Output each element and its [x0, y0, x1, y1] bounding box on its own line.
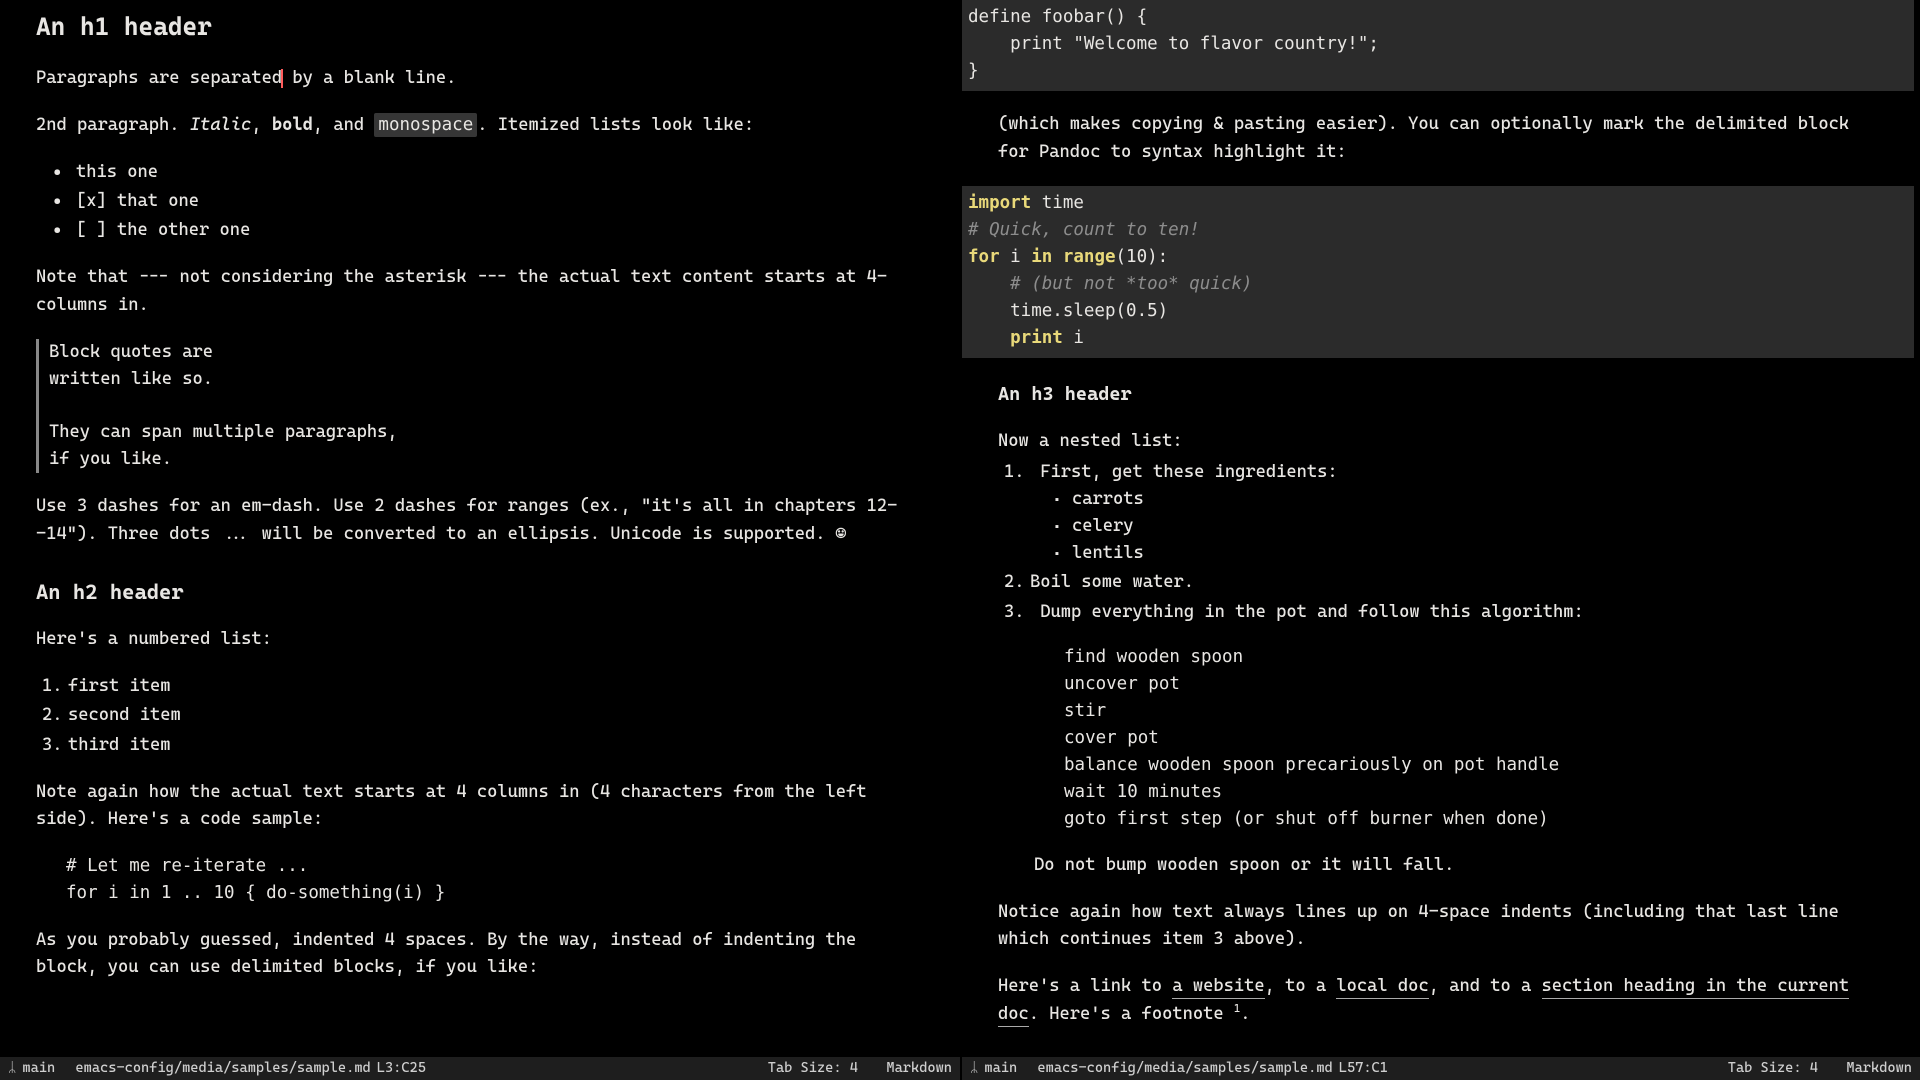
dashes-paragraph: Use 3 dashes for an em-dash. Use 2 dashe…	[36, 493, 924, 547]
p2-prefix: 2nd paragraph.	[36, 115, 190, 135]
cursor-position[interactable]: L57:C1	[1339, 1058, 1388, 1080]
list-item: [x] that one	[54, 188, 924, 215]
tab-size[interactable]: Tab Size: 4	[768, 1058, 858, 1080]
right-view[interactable]: define foobar() { print "Welcome to flav…	[962, 0, 1920, 1056]
left-view[interactable]: An h1 header Paragraphs are separated by…	[0, 0, 960, 1056]
list-item: this one	[54, 159, 924, 186]
major-mode[interactable]: Markdown	[886, 1058, 952, 1080]
vc-branch[interactable]: main	[22, 1058, 55, 1080]
list-item: carrots	[1054, 486, 1884, 513]
note3-paragraph: As you probably guessed, indented 4 spac…	[36, 927, 924, 981]
code-sample-indented: # Let me re-iterate ... for i in 1 .. 10…	[66, 853, 924, 907]
cursor-position[interactable]: L3:C25	[377, 1058, 426, 1080]
nested-list: First, get these ingredients: carrots ce…	[998, 459, 1884, 879]
modeline-right: ᛦ main emacs-config/media/samples/sample…	[962, 1056, 1920, 1080]
bullet-list: this one [x] that one [ ] the other one	[54, 159, 924, 244]
link-website[interactable]: a website	[1172, 976, 1264, 999]
italic-text: Italic	[190, 115, 252, 135]
bq-line: They can span multiple paragraphs,	[49, 419, 924, 446]
vc-branch[interactable]: main	[984, 1058, 1017, 1080]
numlist-intro: Here's a numbered list:	[36, 626, 924, 653]
paragraph-1: Paragraphs are separated by a blank line…	[36, 65, 924, 92]
list-item: second item	[42, 702, 924, 729]
list-item: first item	[42, 673, 924, 700]
note-paragraph: Note that --- not considering the asteri…	[36, 264, 924, 318]
list-item: [ ] the other one	[54, 217, 924, 244]
p2-suffix: . Itemized lists look like:	[477, 115, 754, 135]
monospace-text: monospace	[374, 113, 477, 137]
vc-branch-icon: ᛦ	[970, 1058, 978, 1080]
code-block-python: import time # Quick, count to ten! for i…	[962, 186, 1914, 359]
vc-branch-icon: ᛦ	[8, 1058, 16, 1080]
link-local-doc[interactable]: local doc	[1336, 976, 1428, 999]
algorithm-steps: find wooden spoon uncover pot stir cover…	[1064, 644, 1884, 834]
bq-line: Block quotes are	[49, 339, 924, 366]
nested-intro: Now a nested list:	[998, 428, 1884, 455]
list-item: Dump everything in the pot and follow th…	[1004, 599, 1884, 879]
code-block-foobar: define foobar() { print "Welcome to flav…	[962, 0, 1914, 91]
h3-header: An h3 header	[998, 380, 1884, 409]
list-item: celery	[1054, 513, 1884, 540]
pandoc-paragraph: (which makes copying & pasting easier). …	[998, 111, 1884, 165]
bold-text: bold	[272, 115, 313, 135]
right-pane: define foobar() { print "Welcome to flav…	[960, 0, 1920, 1080]
file-path[interactable]: emacs-config/media/samples/sample.md	[1037, 1058, 1332, 1080]
bq-line: written like so.	[49, 366, 924, 393]
h1-header: An h1 header	[36, 8, 924, 47]
note2-paragraph: Note again how the actual text starts at…	[36, 779, 924, 833]
blockquote: Block quotes are written like so. They c…	[36, 339, 924, 474]
notice-paragraph: Notice again how text always lines up on…	[998, 899, 1884, 953]
tab-size[interactable]: Tab Size: 4	[1728, 1058, 1818, 1080]
paragraph-2: 2nd paragraph. Italic, bold, and monospa…	[36, 112, 924, 139]
list-item: third item	[42, 732, 924, 759]
links-paragraph: Here's a link to a website, to a local d…	[998, 973, 1884, 1028]
major-mode[interactable]: Markdown	[1846, 1058, 1912, 1080]
list-item: lentils	[1054, 540, 1884, 567]
bq-line: if you like.	[49, 446, 924, 473]
list-item: Boil some water.	[1004, 569, 1884, 596]
warning-paragraph: Do not bump wooden spoon or it will fall…	[1034, 852, 1884, 879]
list-item: First, get these ingredients: carrots ce…	[1004, 459, 1884, 568]
left-pane: An h1 header Paragraphs are separated by…	[0, 0, 960, 1080]
bq-gap	[49, 393, 924, 419]
p1-before-cursor: Paragraphs are separated	[36, 68, 282, 88]
h2-header: An h2 header	[36, 576, 924, 609]
numbered-list: first item second item third item	[42, 673, 924, 758]
ingredient-list: carrots celery lentils	[1054, 486, 1884, 567]
file-path[interactable]: emacs-config/media/samples/sample.md	[75, 1058, 370, 1080]
p1-after-cursor: by a blank line.	[282, 68, 456, 88]
modeline-left: ᛦ main emacs-config/media/samples/sample…	[0, 1056, 960, 1080]
